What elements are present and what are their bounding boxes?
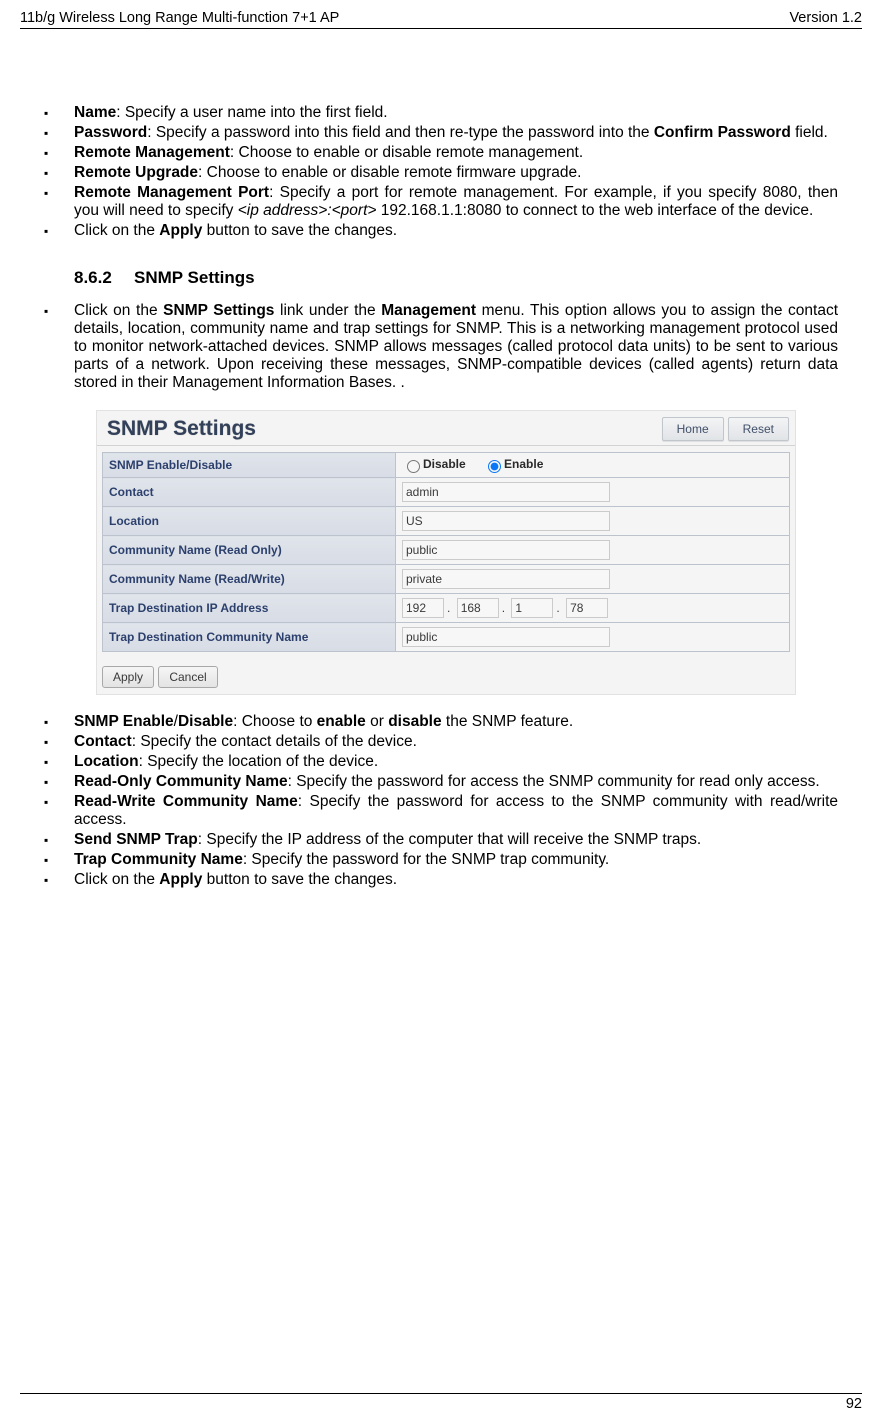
row-trapip-label: Trap Destination IP Address [103,594,396,623]
page-number: 92 [846,1396,862,1412]
radio-disable-label[interactable]: Disable [402,457,466,471]
trap-community-input[interactable] [402,627,610,647]
radio-enable-label[interactable]: Enable [483,457,543,471]
header-left: 11b/g Wireless Long Range Multi-function… [20,10,339,26]
apply-button[interactable]: Apply [102,666,154,688]
bullet-list-intro: Click on the SNMP Settings link under th… [44,302,838,392]
reset-button[interactable]: Reset [728,417,789,441]
section-heading-862: 8.6.2SNMP Settings [74,268,838,288]
snmp-table: SNMP Enable/Disable Disable Enable Conta… [102,452,790,652]
bullet-ro: Read-Only Community Name: Specify the pa… [74,773,838,791]
row-enable-label: SNMP Enable/Disable [103,453,396,478]
ip-octet-1[interactable] [402,598,444,618]
community-rw-input[interactable] [402,569,610,589]
bullet-list-admin: Name: Specify a user name into the first… [44,104,838,240]
panel-button-row: Apply Cancel [97,662,795,694]
row-trapip-value: . . . [396,594,790,623]
row-trapcn-label: Trap Destination Community Name [103,623,396,652]
header-right: Version 1.2 [789,10,862,26]
bullet-trap: Send SNMP Trap: Specify the IP address o… [74,831,838,849]
page-footer: 92 [20,1393,862,1412]
content-area: Name: Specify a user name into the first… [20,29,862,889]
row-rw-label: Community Name (Read/Write) [103,565,396,594]
bullet-location: Location: Specify the location of the de… [74,753,838,771]
bullet-remote-upgrade: Remote Upgrade: Choose to enable or disa… [74,164,838,182]
bullet-list-snmp-desc: SNMP Enable/Disable: Choose to enable or… [44,713,838,889]
bullet-snmp-enable: SNMP Enable/Disable: Choose to enable or… [74,713,838,731]
bullet-name: Name: Specify a user name into the first… [74,104,838,122]
panel-title: SNMP Settings [107,417,658,441]
bullet-password: Password: Specify a password into this f… [74,124,838,142]
community-ro-input[interactable] [402,540,610,560]
snmp-settings-panel: SNMP Settings Home Reset SNMP Enable/Dis… [96,410,796,695]
bullet-contact: Contact: Specify the contact details of … [74,733,838,751]
bullet-apply2: Click on the Apply button to save the ch… [74,871,838,889]
panel-header: SNMP Settings Home Reset [97,411,795,446]
bullet-remote-mgmt: Remote Management: Choose to enable or d… [74,144,838,162]
row-contact-label: Contact [103,478,396,507]
bullet-apply: Click on the Apply button to save the ch… [74,222,838,240]
ip-octet-2[interactable] [457,598,499,618]
bullet-remote-port: Remote Management Port: Specify a port f… [74,184,838,220]
contact-input[interactable] [402,482,610,502]
bullet-intro-862: Click on the SNMP Settings link under th… [74,302,838,392]
home-button[interactable]: Home [662,417,724,441]
bullet-trap-cn: Trap Community Name: Specify the passwor… [74,851,838,869]
ip-octet-3[interactable] [511,598,553,618]
cancel-button[interactable]: Cancel [158,666,217,688]
radio-enable[interactable] [488,460,501,473]
page-header: 11b/g Wireless Long Range Multi-function… [20,10,862,29]
row-enable-value: Disable Enable [396,453,790,478]
row-location-label: Location [103,507,396,536]
ip-octet-4[interactable] [566,598,608,618]
row-ro-label: Community Name (Read Only) [103,536,396,565]
radio-disable[interactable] [407,460,420,473]
location-input[interactable] [402,511,610,531]
bullet-rw: Read-Write Community Name: Specify the p… [74,793,838,829]
